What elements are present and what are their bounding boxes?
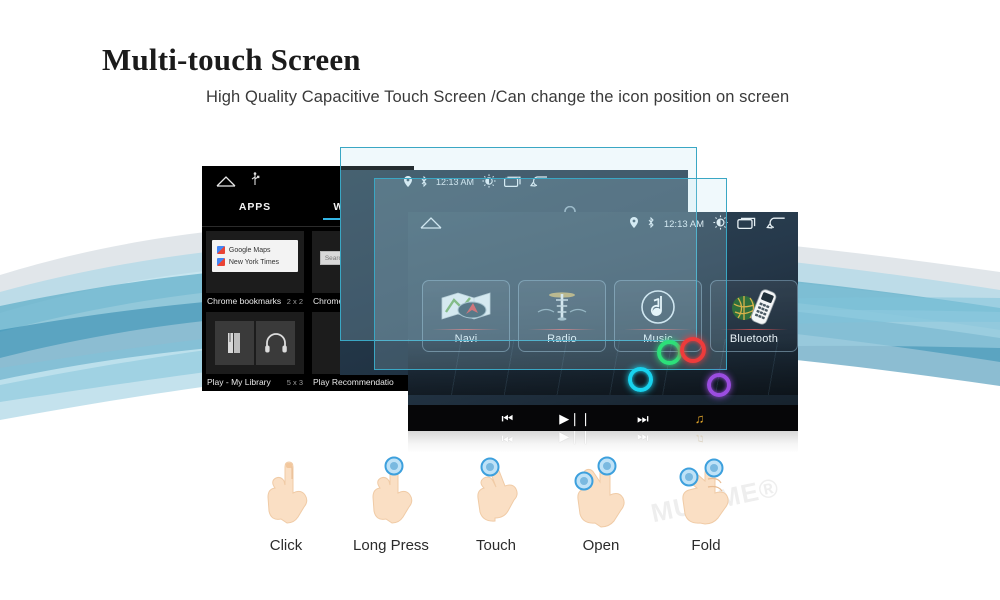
music-library-reflection: ♫: [694, 432, 705, 447]
gesture-long-press: Long Press: [341, 455, 441, 570]
music-library-button[interactable]: ♫: [695, 411, 705, 426]
widget-size: 5 x 3: [286, 378, 303, 387]
touch-point-red: [680, 337, 706, 363]
gesture-label: Fold: [691, 537, 721, 554]
hand-touch-icon: [446, 455, 546, 533]
page-title: Multi-touch Screen: [102, 42, 361, 77]
widget-name: Play - My Library: [207, 377, 271, 387]
google-maps-card: Google Maps New York Times: [211, 240, 299, 272]
touch-point-green: [657, 340, 682, 365]
widget-cell[interactable]: Play - My Library 5 x 3: [202, 308, 308, 389]
next-track-button[interactable]: ⏭: [637, 412, 649, 425]
bookmark-label: New York Times: [228, 258, 280, 266]
page-root: Multi-touch Screen High Quality Capaciti…: [0, 0, 1000, 600]
usb-icon: [250, 172, 260, 191]
gesture-label: Touch: [475, 537, 517, 554]
hand-open-icon: [551, 455, 651, 533]
gesture-label: Long Press: [353, 537, 429, 554]
book-icon: [214, 321, 254, 365]
previous-track-reflection: ⏮: [501, 431, 514, 446]
maps-icon: [216, 246, 225, 254]
screen-reflection: ⏮ ▶❘❘ ⏭ ♫: [408, 431, 798, 453]
news-icon: [216, 258, 225, 266]
gesture-open: Open: [551, 455, 651, 570]
gesture-legend: Click Long Press Touch Open Fold: [236, 455, 756, 570]
hand-click-icon: [236, 455, 336, 533]
touch-point-cyan: [628, 367, 653, 392]
widget-name: Play Recommendatio: [313, 377, 394, 387]
previous-track-button[interactable]: ⏮: [502, 412, 514, 425]
page-subtitle: High Quality Capacitive Touch Screen /Ca…: [206, 88, 790, 106]
media-control-bar: ⏮ ▶❘❘ ⏭ ♫: [408, 405, 798, 431]
gesture-touch: Touch: [446, 455, 546, 570]
play-pause-reflection: ▶❘❘: [559, 431, 592, 446]
hand-long-press-icon: [341, 455, 441, 533]
widget-preview-play-library: [206, 312, 304, 374]
play-pause-button[interactable]: ▶❘❘: [559, 412, 591, 425]
gesture-fold: Fold: [656, 455, 756, 570]
widget-cell[interactable]: Google Maps New York Times Chrome bookma…: [202, 227, 308, 308]
widget-name: Chrome bookmarks: [207, 296, 282, 306]
gesture-label: Open: [582, 537, 620, 554]
bookmark-label: Google Maps: [228, 246, 271, 254]
widget-size: 2 x 2: [286, 297, 303, 306]
gesture-click: Click: [236, 455, 336, 570]
next-track-reflection: ⏭: [637, 431, 649, 446]
headphones-icon: [256, 321, 296, 365]
widget-preview-chrome-bookmarks: Google Maps New York Times: [206, 231, 304, 293]
tab-apps[interactable]: APPS: [202, 201, 308, 213]
gesture-label: Click: [269, 537, 303, 554]
home-icon[interactable]: [216, 174, 236, 192]
recents-icon[interactable]: [737, 216, 757, 232]
touch-point-purple: [707, 373, 731, 397]
hand-fold-icon: [656, 455, 756, 533]
back-arrow-icon[interactable]: [766, 216, 786, 232]
